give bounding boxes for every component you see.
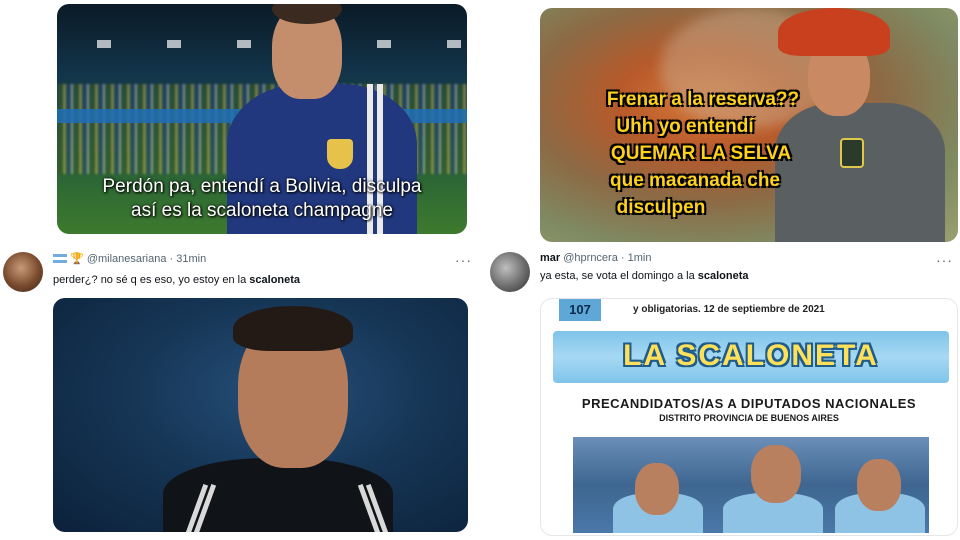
meme-caption-line-2: Uhh yo entendí <box>616 116 754 137</box>
tweet-time[interactable]: · 1min <box>621 252 652 264</box>
tweet-header: 🏆 @milanesariana · 31min <box>53 252 206 265</box>
team-photo <box>573 437 929 533</box>
meme-caption-line-1: Perdón pa, entendí a Bolivia, disculpa <box>102 176 422 197</box>
tweet-time[interactable]: · 31min <box>170 253 207 265</box>
ballot-district: DISTRITO PROVINCIA DE BUENOS AIRES <box>659 413 839 423</box>
party-banner: LA SCALONETA <box>553 331 949 383</box>
helmet-icon <box>778 8 890 56</box>
trophy-icon: 🏆 <box>70 253 84 265</box>
tweet-text: ya esta, se vota el domingo a la scalone… <box>540 270 749 282</box>
user-name[interactable]: mar <box>540 252 560 264</box>
tweet-text: perder¿? no sé q es eso, yo estoy en la … <box>53 274 300 286</box>
avatar[interactable] <box>3 252 43 292</box>
tweet-text-main: perder¿? no sé q es eso, yo estoy en la <box>53 274 250 286</box>
tweet-image-firefighter-meme[interactable]: Frenar a la reserva?? Uhh yo entendí QUE… <box>540 8 958 242</box>
meme-caption-line-3: QUEMAR LA SELVA <box>610 143 792 164</box>
tweet-header: mar @hprncera · 1min <box>540 252 651 264</box>
tweet-text-main: ya esta, se vota el domingo a la <box>540 270 698 282</box>
meme-caption-line-1: Frenar a la reserva?? <box>606 89 800 110</box>
meme-caption-line-5: disculpen <box>616 197 706 218</box>
argentina-flag-icon <box>53 254 67 263</box>
user-handle[interactable]: @milanesariana <box>87 253 167 265</box>
election-date: y obligatorias. 12 de septiembre de 2021 <box>633 304 825 315</box>
tweet-image-ballot[interactable]: 107 y obligatorias. 12 de septiembre de … <box>540 298 958 536</box>
hair <box>233 306 353 351</box>
party-name: LA SCALONETA <box>623 339 879 372</box>
crest-icon <box>327 139 353 169</box>
tweet-image-coach-stadium[interactable]: Perdón pa, entendí a Bolivia, disculpa a… <box>57 4 467 234</box>
more-icon[interactable]: ··· <box>455 252 472 268</box>
meme-caption-line-4: que macanada che <box>609 170 781 191</box>
tweet-text-highlight: scaloneta <box>249 274 301 286</box>
ballot-heading: PRECANDIDATOS/AS A DIPUTADOS NACIONALES <box>581 396 917 411</box>
user-handle[interactable]: @hprncera <box>563 252 618 264</box>
meme-caption-line-2: así es la scaloneta champagne <box>131 200 393 221</box>
list-number: 107 <box>559 299 601 321</box>
tweet-text-highlight: scaloneta <box>697 270 749 282</box>
tweet-image-coach-portrait[interactable] <box>53 298 468 532</box>
more-icon[interactable]: ··· <box>936 252 953 268</box>
avatar[interactable] <box>490 252 530 292</box>
